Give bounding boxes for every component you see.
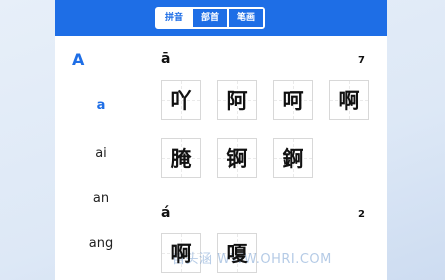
char-cell[interactable]: 阿 — [217, 80, 257, 120]
char-label: 嗄 — [226, 242, 248, 266]
section-heading-a1: ā — [161, 51, 171, 67]
index-tabs: 拼音 部首 笔画 — [155, 7, 265, 29]
sidebar-item-an[interactable]: an — [55, 191, 147, 206]
char-label: 阿 — [226, 89, 248, 113]
char-label: 啊 — [338, 89, 360, 113]
char-cell[interactable]: 腌 — [161, 138, 201, 178]
char-label: 吖 — [170, 89, 192, 113]
char-label: 呵 — [282, 89, 304, 113]
section-heading-a2: á — [161, 205, 171, 221]
char-cell[interactable]: 锕 — [217, 138, 257, 178]
section-count-a2: 2 — [358, 209, 365, 220]
char-cell[interactable]: 錒 — [273, 138, 313, 178]
char-cell[interactable]: 啊 — [329, 80, 369, 120]
sidebar-item-ai[interactable]: ai — [55, 146, 147, 161]
sidebar-item-a[interactable]: a — [55, 98, 147, 113]
top-bar: 拼音 部首 笔画 — [55, 0, 387, 36]
sidebar-item-ang[interactable]: ang — [55, 236, 147, 251]
tab-radical[interactable]: 部首 — [193, 9, 227, 27]
letter-group-heading[interactable]: A — [72, 50, 84, 69]
pinyin-sidebar: A a ai an ang — [55, 36, 147, 280]
tab-pinyin[interactable]: 拼音 — [157, 9, 191, 27]
char-label: 錒 — [282, 147, 304, 171]
char-label: 腌 — [170, 147, 192, 171]
char-label: 锕 — [226, 147, 248, 171]
watermark-text: 自头涵 WWW.OHRI.COM — [172, 252, 332, 267]
dictionary-screen: 拼音 部首 笔画 A a ai an ang ā 7 吖 阿 呵 啊 腌 锕 錒… — [55, 0, 387, 280]
section-count-a1: 7 — [358, 55, 365, 66]
char-cell[interactable]: 呵 — [273, 80, 313, 120]
tab-stroke[interactable]: 笔画 — [229, 9, 263, 27]
char-label: 啊 — [170, 242, 192, 266]
char-cell[interactable]: 吖 — [161, 80, 201, 120]
